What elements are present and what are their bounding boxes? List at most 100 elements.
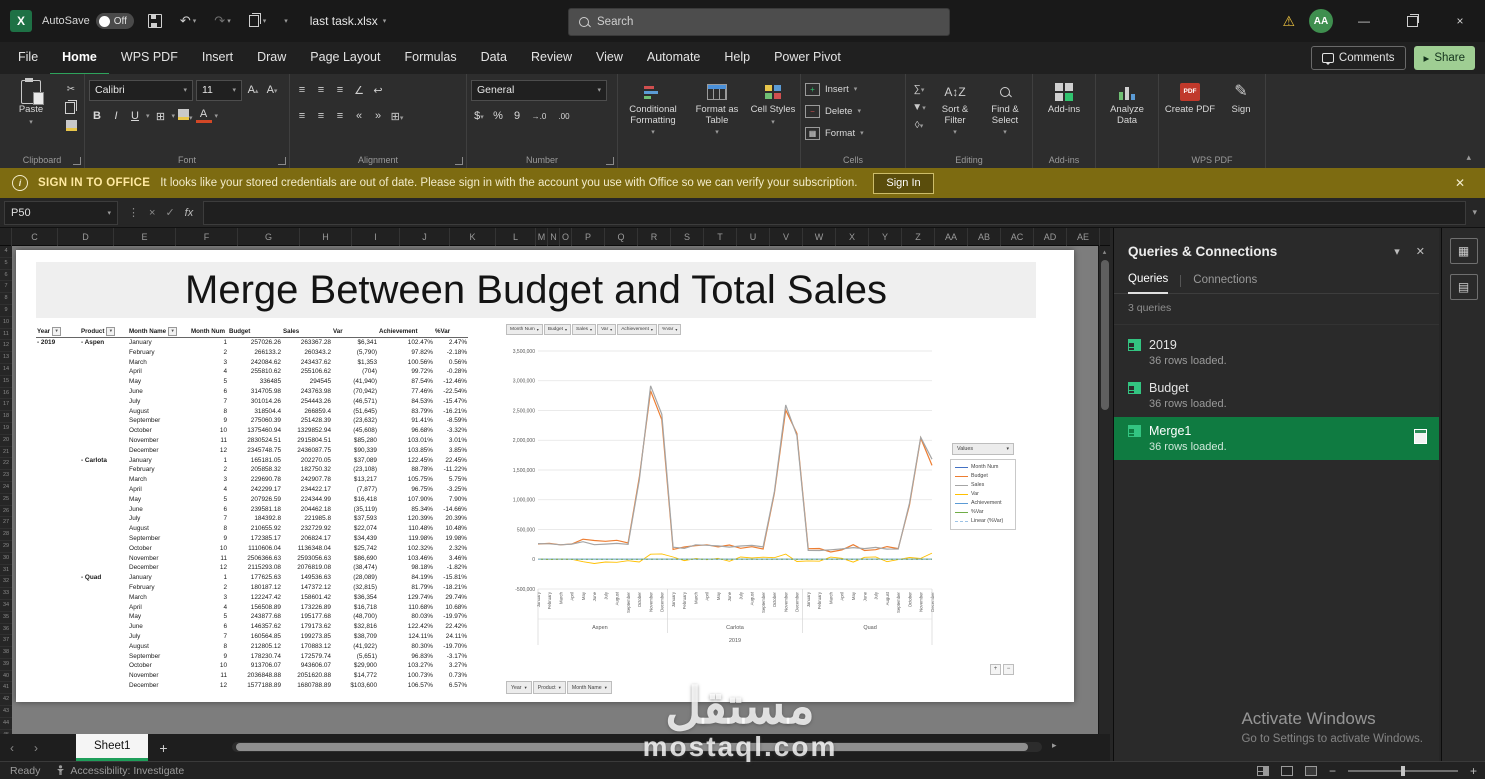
table-header-month-num[interactable]: Month Num — [190, 326, 228, 338]
table-header-var[interactable]: Var — [332, 326, 378, 338]
align-top-button[interactable]: ≡ — [294, 84, 310, 96]
font-color-button[interactable]: A — [196, 109, 212, 123]
table-row[interactable]: June6314705.98243763.98(70,942)77.46%-22… — [36, 387, 468, 397]
vertical-scrollbar[interactable]: ▴ — [1098, 246, 1110, 734]
column-header-AD[interactable]: AD — [1034, 228, 1067, 246]
row-header-6[interactable]: 6 — [0, 270, 12, 282]
horizontal-scrollbar[interactable] — [232, 742, 1042, 752]
cut-button[interactable]: ✂ — [62, 82, 80, 97]
table-header-month-name[interactable]: Month Name▾ — [128, 326, 190, 338]
dismiss-notification-button[interactable]: ✕ — [1449, 175, 1471, 191]
save-button[interactable] — [144, 12, 166, 30]
panel-close-icon[interactable]: ✕ — [1416, 245, 1425, 258]
column-header-J[interactable]: J — [400, 228, 450, 246]
undo-button[interactable]: ↶▾ — [176, 11, 200, 31]
table-header-%var[interactable]: %Var — [434, 326, 468, 338]
collapsed-pane-icon-1[interactable]: ▦ — [1450, 238, 1478, 264]
query-item-2019[interactable]: 201936 rows loaded. — [1114, 331, 1439, 374]
column-header-Q[interactable]: Q — [605, 228, 638, 246]
column-header-F[interactable]: F — [176, 228, 238, 246]
row-header-19[interactable]: 19 — [0, 423, 12, 435]
column-header-V[interactable]: V — [770, 228, 803, 246]
table-header-achievement[interactable]: Achievement — [378, 326, 434, 338]
chart-axis-field-button-year[interactable]: Year▾ — [506, 681, 532, 694]
table-row[interactable]: December122115293.082076819.08(38,474)98… — [36, 563, 468, 573]
chart-axis-field-button-product[interactable]: Product▾ — [533, 681, 566, 694]
clipboard-history-button[interactable]: ▾ — [245, 13, 271, 29]
cancel-entry-button[interactable]: × — [149, 207, 155, 219]
collapsed-pane-icon-2[interactable]: ▤ — [1450, 274, 1478, 300]
table-row[interactable]: February2205858.32182750.32(23,108)88.78… — [36, 465, 468, 475]
chart-field-button-var[interactable]: Var▾ — [597, 324, 616, 335]
tab-home[interactable]: Home — [50, 41, 109, 75]
format-painter-button[interactable] — [62, 118, 80, 133]
tab-view[interactable]: View — [584, 41, 635, 75]
chart-field-button-budget[interactable]: Budget▾ — [544, 324, 571, 335]
scroll-right-button[interactable]: ▸ — [1052, 740, 1057, 751]
accounting-format-button[interactable]: $▾ — [471, 110, 487, 122]
row-header-43[interactable]: 43 — [0, 706, 12, 718]
filter-icon[interactable]: ▾ — [106, 327, 115, 336]
row-header-26[interactable]: 26 — [0, 506, 12, 518]
qat-customize-button[interactable]: ▾ — [280, 15, 292, 27]
accessibility-status[interactable]: Accessibility: Investigate — [56, 765, 184, 777]
row-header-8[interactable]: 8 — [0, 293, 12, 305]
pivot-table[interactable]: Year▾Product▾Month Name▾Month NumBudgetS… — [36, 326, 468, 691]
chart-field-button-sales[interactable]: Sales▾ — [572, 324, 596, 335]
row-header-13[interactable]: 13 — [0, 352, 12, 364]
column-header-G[interactable]: G — [238, 228, 300, 246]
column-header-C[interactable]: C — [12, 228, 58, 246]
insert-cells-button[interactable]: +Insert▾ — [805, 78, 901, 100]
confirm-entry-button[interactable]: ✓ — [165, 206, 174, 219]
column-header-S[interactable]: S — [671, 228, 704, 246]
row-header-5[interactable]: 5 — [0, 258, 12, 270]
table-row[interactable]: August8318504.4266859.4(51,645)83.79%-16… — [36, 407, 468, 417]
table-row[interactable]: May5336485294545(41,940)87.54%-12.46% — [36, 377, 468, 387]
table-header-product[interactable]: Product▾ — [80, 326, 128, 338]
table-row[interactable]: May5243877.68195177.68(48,700)80.03%-19.… — [36, 612, 468, 622]
row-header-30[interactable]: 30 — [0, 553, 12, 565]
table-row[interactable]: February2266133.2260343.2(5,790)97.82%-2… — [36, 348, 468, 358]
table-header-sales[interactable]: Sales — [282, 326, 332, 338]
row-header-39[interactable]: 39 — [0, 659, 12, 671]
expand-formula-bar-button[interactable]: ▾ — [1472, 207, 1485, 218]
column-header-AB[interactable]: AB — [968, 228, 1001, 246]
column-header-M[interactable]: M — [536, 228, 548, 246]
filter-icon[interactable]: ▾ — [52, 327, 61, 336]
zoom-in-button[interactable]: + — [1470, 764, 1477, 778]
increase-indent-button[interactable]: » — [370, 110, 386, 122]
tab-review[interactable]: Review — [519, 41, 584, 75]
conditional-formatting-button[interactable]: Conditional Formatting ▾ — [622, 78, 684, 139]
fill-color-button[interactable]: ▾ — [178, 107, 193, 125]
table-row[interactable]: March3122247.42158601.42$36,354129.74%29… — [36, 593, 468, 603]
column-header-N[interactable]: N — [548, 228, 560, 246]
table-row[interactable]: November112036848.882051620.88$14,772100… — [36, 671, 468, 681]
font-name-select[interactable]: Calibri▾ — [89, 80, 193, 101]
search-input[interactable]: Search — [568, 8, 950, 36]
column-header-Z[interactable]: Z — [902, 228, 935, 246]
table-row[interactable]: - 2019- AspenJanuary1257026.26263367.28$… — [36, 338, 468, 348]
row-header-18[interactable]: 18 — [0, 411, 12, 423]
format-cells-button[interactable]: ▦Format▾ — [805, 122, 901, 144]
row-header-28[interactable]: 28 — [0, 529, 12, 541]
table-row[interactable]: September9275060.39251428.39(23,632)91.4… — [36, 416, 468, 426]
table-row[interactable]: September9178230.74172579.74(5,651)96.83… — [36, 652, 468, 662]
number-format-select[interactable]: General▾ — [471, 80, 607, 101]
column-header-W[interactable]: W — [803, 228, 836, 246]
clear-button[interactable]: ◊▾ — [910, 118, 928, 133]
row-header-15[interactable]: 15 — [0, 376, 12, 388]
sheet-tab-sheet1[interactable]: Sheet1 — [76, 734, 148, 761]
column-header-L[interactable]: L — [496, 228, 536, 246]
row-header-12[interactable]: 12 — [0, 340, 12, 352]
chart-field-button-achievement[interactable]: Achievement▾ — [617, 324, 657, 335]
align-center-button[interactable]: ≡ — [313, 110, 329, 122]
table-header-year[interactable]: Year▾ — [36, 326, 80, 338]
decrease-decimal-button[interactable]: .00 — [553, 112, 575, 121]
page-break-view-button[interactable] — [1305, 766, 1317, 776]
prev-sheet-button[interactable]: ‹ — [0, 741, 24, 755]
query-item-budget[interactable]: Budget36 rows loaded. — [1114, 374, 1439, 417]
column-header-E[interactable]: E — [114, 228, 176, 246]
column-header-K[interactable]: K — [450, 228, 496, 246]
autosave-toggle[interactable]: AutoSave Off — [42, 13, 134, 29]
row-header-16[interactable]: 16 — [0, 388, 12, 400]
